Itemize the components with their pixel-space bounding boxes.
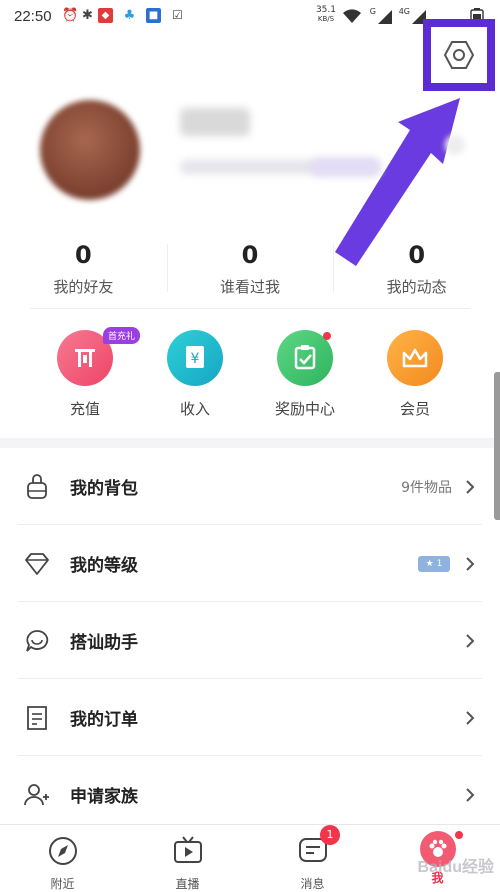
profile-chevron-blurred[interactable]: [445, 135, 465, 155]
menu-list: 我的背包 9件物品 我的等级 ★ 1 搭讪助手 我的订单 申请家族: [0, 448, 500, 833]
recharge-label: 充值: [69, 400, 100, 418]
stat-value: 0: [408, 241, 426, 269]
message-badge-count: 1: [326, 828, 334, 841]
vip-button[interactable]: 会员: [375, 330, 455, 419]
chevron-right-icon: [466, 556, 475, 571]
chevron-right-icon: [466, 710, 475, 725]
menu-item-orders[interactable]: 我的订单: [0, 679, 500, 756]
backpack-icon: [22, 472, 52, 502]
income-icon: ¥: [167, 330, 223, 386]
stats-row: 0 我的好友 0 谁看过我 0 我的动态: [0, 238, 500, 308]
menu-label: 我的背包: [70, 479, 138, 499]
tab-label: 直播: [175, 877, 200, 891]
reward-center-label: 奖励中心: [274, 400, 335, 418]
level-badge: ★ 1: [418, 555, 450, 572]
side-scroll-handle[interactable]: [494, 372, 500, 520]
menu-label: 搭讪助手: [70, 633, 138, 653]
message-badge: 1: [320, 825, 340, 845]
compass-icon: [48, 837, 77, 865]
reward-center-dot: [323, 332, 331, 340]
tab-label: 消息: [300, 877, 325, 891]
stat-value: 0: [74, 241, 92, 269]
menu-item-join-family[interactable]: 申请家族: [0, 756, 500, 833]
menu-item-backpack[interactable]: 我的背包 9件物品: [0, 448, 500, 525]
tab-live[interactable]: 直播: [125, 825, 250, 891]
income-button[interactable]: ¥ 收入: [155, 330, 235, 419]
quick-actions: 首充礼 充值 ¥ 收入 奖励中心 会员: [0, 327, 500, 419]
first-recharge-badge: 首充礼: [103, 327, 141, 344]
section-gap: [0, 438, 500, 448]
menu-label: 我的等级: [70, 556, 138, 576]
tv-icon: [173, 836, 202, 863]
stat-label: 谁看过我: [220, 278, 281, 296]
chevron-right-icon: [466, 479, 475, 494]
level-number: 1: [436, 558, 443, 569]
order-document-icon: [22, 703, 52, 733]
menu-item-level[interactable]: 我的等级 ★ 1: [0, 525, 500, 602]
backpack-count: 9件物品: [401, 479, 452, 496]
stat-value: 0: [241, 241, 259, 269]
vip-label: 会员: [399, 400, 430, 418]
me-dot: [455, 831, 463, 839]
chevron-right-icon: [466, 633, 475, 648]
svg-text:¥: ¥: [191, 351, 200, 367]
menu-item-chat-assistant[interactable]: 搭讪助手: [0, 602, 500, 679]
divider: [30, 308, 470, 309]
tab-label: 附近: [50, 877, 75, 891]
stat-label: 我的好友: [53, 278, 114, 296]
recharge-button[interactable]: 首充礼 充值: [45, 327, 141, 419]
avatar[interactable]: [40, 100, 140, 200]
menu-label: 申请家族: [70, 787, 138, 807]
chat-bubble-icon: [22, 626, 52, 656]
menu-label: 我的订单: [70, 710, 138, 730]
crown-icon: [387, 330, 443, 386]
username-blurred: [180, 108, 250, 136]
family-users-icon: [22, 780, 52, 810]
baidu-watermark: Baidu经验: [417, 859, 494, 876]
stat-moments[interactable]: 0 我的动态: [333, 238, 500, 308]
income-label: 收入: [179, 400, 210, 418]
diamond-icon: [22, 549, 52, 579]
tab-messages[interactable]: 消息 1: [250, 825, 375, 891]
stat-visitors[interactable]: 0 谁看过我: [166, 238, 334, 308]
stat-friends[interactable]: 0 我的好友: [0, 238, 167, 308]
reward-center-button[interactable]: 奖励中心: [265, 330, 345, 419]
chevron-right-icon: [466, 787, 475, 802]
user-tag-blurred: [310, 158, 380, 176]
tab-nearby[interactable]: 附近: [0, 825, 125, 891]
stat-label: 我的动态: [386, 278, 447, 296]
